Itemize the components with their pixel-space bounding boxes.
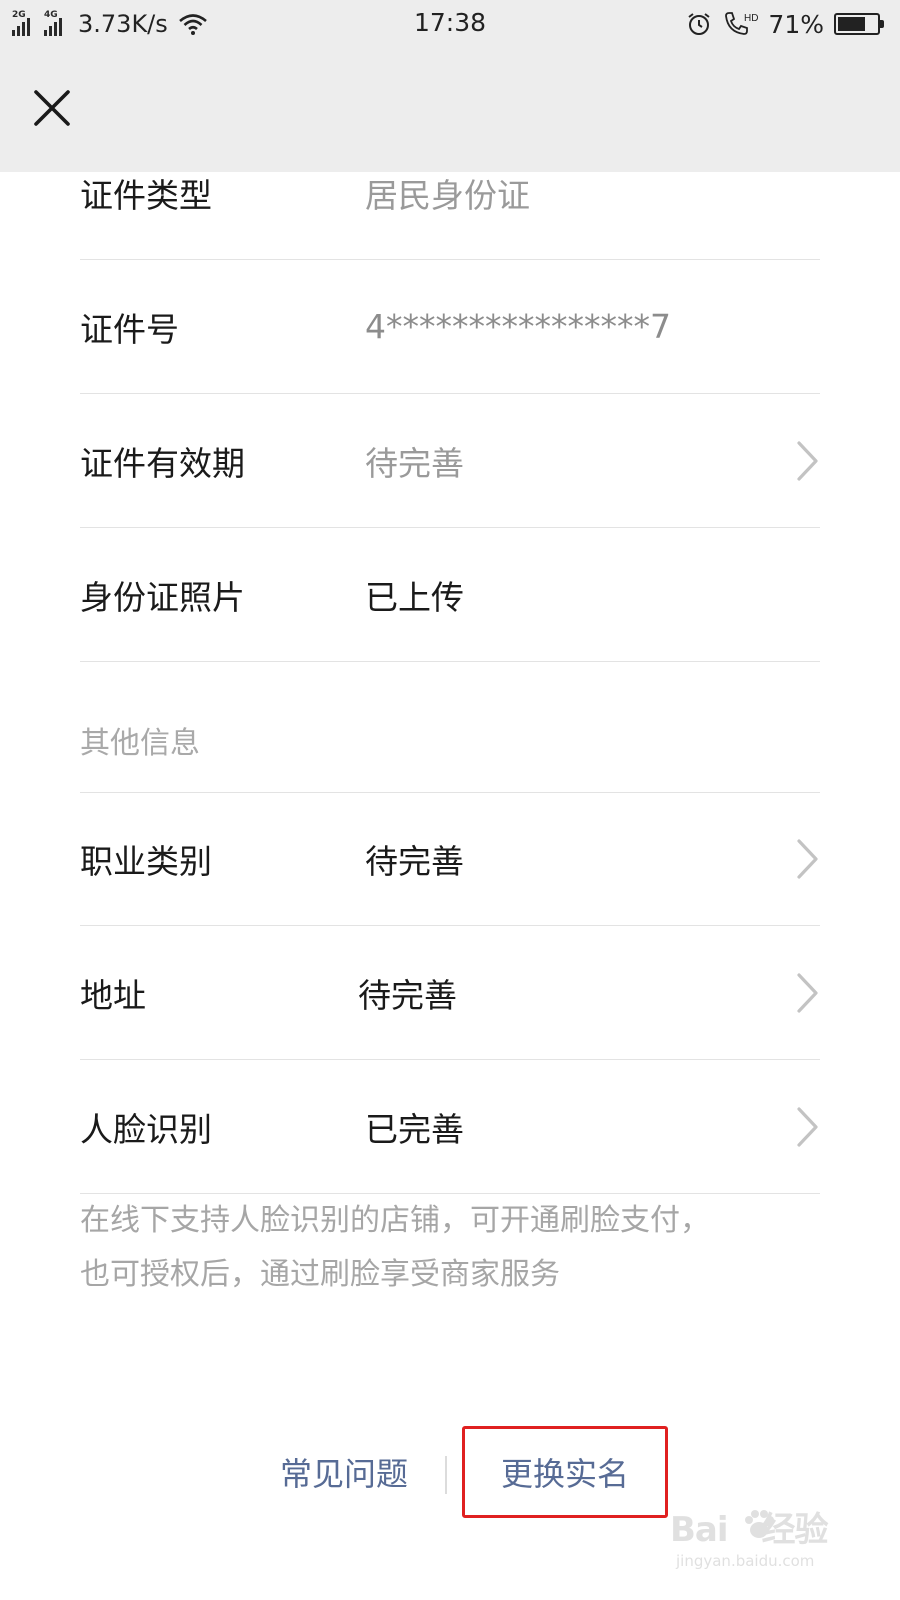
row-id-validity[interactable]: 证件有效期 待完善 bbox=[80, 394, 820, 528]
row-id-number: 证件号 4****************7 bbox=[80, 260, 820, 394]
row-label: 证件类型 bbox=[80, 175, 212, 215]
faq-link[interactable]: 常见问题 bbox=[280, 1426, 408, 1518]
row-value: 已上传 bbox=[365, 577, 464, 617]
row-value: 4****************7 bbox=[365, 307, 671, 346]
chevron-right-icon bbox=[797, 440, 818, 481]
row-value: 待完善 bbox=[365, 443, 464, 483]
battery-fill bbox=[838, 17, 865, 31]
description-line: 在线下支持人脸识别的店铺，可开通刷脸支付， bbox=[80, 1203, 710, 1238]
close-icon[interactable] bbox=[28, 84, 76, 132]
row-value: 待完善 bbox=[358, 975, 457, 1015]
paw-icon bbox=[745, 1510, 774, 1538]
row-address[interactable]: 地址 待完善 bbox=[80, 926, 820, 1060]
status-bar: 2G 4G 3.73K/s 17:38 HD 71% bbox=[0, 0, 900, 50]
row-value: 已完善 bbox=[365, 1109, 464, 1149]
row-label: 人脸识别 bbox=[80, 1109, 212, 1149]
hd-call-icon: HD bbox=[725, 12, 758, 35]
row-value: 待完善 bbox=[365, 842, 464, 881]
battery-percent: 71% bbox=[768, 9, 824, 39]
baidu-jingyan-watermark: Bai 经验 jingyan.baidu.com bbox=[670, 1502, 850, 1588]
row-id-type: 证件类型 居民身份证 bbox=[80, 126, 820, 260]
row-label: 职业类别 bbox=[80, 842, 212, 881]
status-right: HD 71% bbox=[686, 8, 884, 40]
watermark-url: jingyan.baidu.com bbox=[676, 1552, 815, 1570]
link-divider bbox=[445, 1456, 447, 1494]
chevron-right-icon bbox=[797, 1106, 818, 1147]
face-recognition-description: 在线下支持人脸识别的店铺，可开通刷脸支付， 也可授权后，通过刷脸享受商家服务 bbox=[80, 1194, 820, 1302]
row-occupation[interactable]: 职业类别 待完善 bbox=[80, 792, 820, 926]
row-value: 居民身份证 bbox=[365, 175, 530, 215]
section-title-other: 其他信息 bbox=[80, 726, 200, 761]
row-label: 身份证照片 bbox=[80, 577, 245, 617]
row-id-photo: 身份证照片 已上传 bbox=[80, 528, 820, 662]
row-face-recognition[interactable]: 人脸识别 已完善 bbox=[80, 1060, 820, 1194]
row-label: 证件有效期 bbox=[80, 443, 245, 483]
change-real-name-link[interactable]: 更换实名 bbox=[462, 1426, 668, 1518]
svg-text:HD: HD bbox=[744, 13, 758, 24]
description-line: 也可授权后，通过刷脸享受商家服务 bbox=[80, 1257, 560, 1292]
battery-icon bbox=[834, 13, 884, 35]
row-label: 地址 bbox=[80, 975, 146, 1015]
alarm-icon bbox=[688, 13, 711, 35]
chevron-right-icon bbox=[797, 972, 818, 1013]
chevron-right-icon bbox=[797, 839, 818, 879]
row-label: 证件号 bbox=[80, 309, 179, 349]
